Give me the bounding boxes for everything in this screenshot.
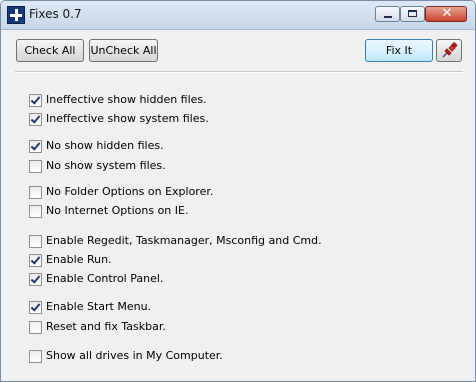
option-checkbox[interactable] <box>29 235 42 248</box>
option-label: Enable Control Panel. <box>46 272 164 285</box>
option-label: Enable Run. <box>46 253 112 266</box>
option-label: Enable Start Menu. <box>46 300 152 313</box>
option-label: Enable Regedit, Taskmanager, Msconfig an… <box>46 234 322 247</box>
option-checkbox[interactable] <box>29 140 42 153</box>
app-icon <box>7 6 25 24</box>
uncheck-all-button[interactable]: UnCheck All <box>89 39 158 62</box>
option-checkbox[interactable] <box>29 94 42 107</box>
option-label: No show system files. <box>46 159 166 172</box>
option-checkbox[interactable] <box>29 301 42 314</box>
pin-button[interactable] <box>436 39 462 62</box>
option-checkbox[interactable] <box>29 321 42 334</box>
option-checkbox[interactable] <box>29 254 42 267</box>
title-bar[interactable]: Fixes 0.7 ✕ <box>1 1 475 30</box>
separator <box>15 71 463 73</box>
maximize-icon <box>408 10 417 17</box>
option-label: No show hidden files. <box>46 139 164 152</box>
maximize-button[interactable] <box>400 6 425 22</box>
option-checkbox[interactable] <box>29 350 42 363</box>
option-label: No Folder Options on Explorer. <box>46 185 214 198</box>
option-label: No Internet Options on IE. <box>46 204 189 217</box>
option-label: Show all drives in My Computer. <box>46 349 223 362</box>
minimize-button[interactable] <box>375 6 400 22</box>
option-checkbox[interactable] <box>29 205 42 218</box>
check-all-button[interactable]: Check All <box>16 39 84 62</box>
option-checkbox[interactable] <box>29 186 42 199</box>
option-label: Reset and fix Taskbar. <box>46 320 166 333</box>
option-checkbox[interactable] <box>29 113 42 126</box>
window-title: Fixes 0.7 <box>29 7 82 21</box>
close-icon: ✕ <box>441 6 453 21</box>
fix-it-button[interactable]: Fix It <box>365 39 433 62</box>
option-label: Ineffective show system files. <box>46 112 209 125</box>
pushpin-icon <box>442 42 458 58</box>
option-checkbox[interactable] <box>29 273 42 286</box>
minimize-icon <box>384 16 392 18</box>
close-button[interactable]: ✕ <box>425 6 467 22</box>
fixes-window: Fixes 0.7 ✕ Check All UnCheck All Fix It… <box>0 0 476 382</box>
option-checkbox[interactable] <box>29 160 42 173</box>
option-label: Ineffective show hidden files. <box>46 93 207 106</box>
